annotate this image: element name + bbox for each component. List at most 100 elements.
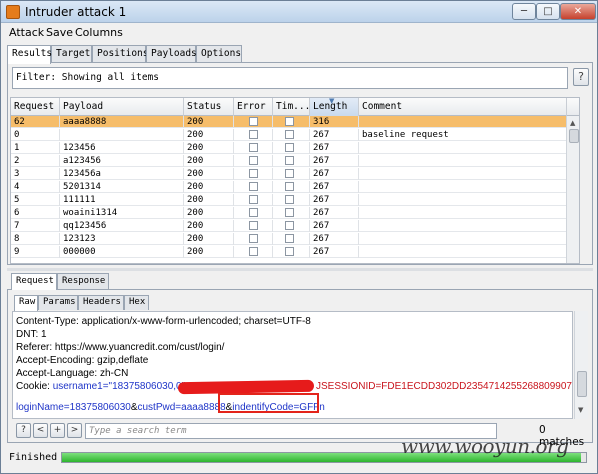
close-button[interactable]: ✕ <box>560 3 596 20</box>
table-row[interactable]: 8 123123 200 267 <box>11 233 579 245</box>
cell-timeout <box>273 194 310 206</box>
cell-comment <box>359 155 567 167</box>
cell-request: 9 <box>11 246 60 258</box>
column-length[interactable]: Length <box>310 98 359 116</box>
cell-request: 1 <box>11 142 60 154</box>
timeout-checkbox <box>285 117 294 126</box>
menu-attack[interactable]: Attack <box>9 26 44 39</box>
tab-headers[interactable]: Headers <box>78 295 124 310</box>
cookie-session-id: JSESSIONID=FDE1ECDD302DD2354714255268809… <box>316 381 572 392</box>
cell-comment: baseline request <box>359 129 567 141</box>
table-scrollbar[interactable]: ▲ <box>566 116 579 263</box>
cell-request: 7 <box>11 220 60 232</box>
column-timeout[interactable]: Tim... <box>273 98 310 116</box>
cell-error <box>234 233 273 245</box>
column-error[interactable]: Error <box>234 98 273 116</box>
header-content-type: Content-Type: application/x-www-form-url… <box>16 316 311 327</box>
tab-response[interactable]: Response <box>57 273 109 290</box>
timeout-checkbox <box>285 221 294 230</box>
search-previous-button[interactable]: < <box>33 423 48 438</box>
table-row[interactable]: 6 woaini1314 200 267 <box>11 207 579 219</box>
timeout-checkbox <box>285 208 294 217</box>
timeout-checkbox <box>285 169 294 178</box>
status-text: Finished <box>9 452 58 463</box>
cell-payload: 123123 <box>60 233 184 245</box>
cell-error <box>234 168 273 180</box>
cell-comment <box>359 116 567 128</box>
cell-request: 4 <box>11 181 60 193</box>
search-add-button[interactable]: + <box>50 423 65 438</box>
tab-hex[interactable]: Hex <box>124 295 149 310</box>
cell-payload: a123456 <box>60 155 184 167</box>
timeout-checkbox <box>285 182 294 191</box>
burp-app-icon <box>6 5 20 19</box>
column-request[interactable]: Request <box>11 98 60 116</box>
cell-comment <box>359 168 567 180</box>
timeout-checkbox <box>285 156 294 165</box>
cell-payload: 123456 <box>60 142 184 154</box>
table-row[interactable]: 2 a123456 200 267 <box>11 155 579 167</box>
cell-error <box>234 220 273 232</box>
split-pane-divider[interactable] <box>7 268 593 271</box>
tab-positions[interactable]: Positions <box>92 45 148 63</box>
minimize-button[interactable]: ─ <box>512 3 536 20</box>
search-next-button[interactable]: > <box>67 423 82 438</box>
maximize-button[interactable]: □ <box>536 3 560 20</box>
filter-bar[interactable]: Filter: Showing all items <box>12 67 568 89</box>
tab-options[interactable]: Options <box>196 45 242 63</box>
tab-request[interactable]: Request <box>11 273 57 290</box>
error-checkbox <box>249 169 258 178</box>
tab-params[interactable]: Params <box>38 295 78 310</box>
error-checkbox <box>249 247 258 256</box>
cell-error <box>234 116 273 128</box>
table-row[interactable]: 5 111111 200 267 <box>11 194 579 206</box>
cell-length: 267 <box>310 207 359 219</box>
help-button[interactable]: ? <box>573 68 589 86</box>
body-separator: & <box>130 402 138 413</box>
cell-request: 0 <box>11 129 60 141</box>
cell-length: 267 <box>310 142 359 154</box>
table-row[interactable]: 9 000000 200 267 <box>11 246 579 258</box>
table-row[interactable]: 0 200 267 baseline request <box>11 129 579 141</box>
column-comment[interactable]: Comment <box>359 98 567 116</box>
cell-error <box>234 129 273 141</box>
menu-columns[interactable]: Columns <box>75 26 123 39</box>
highlight-annotation-box <box>218 393 319 413</box>
raw-request-editor[interactable]: Content-Type: application/x-www-form-url… <box>12 311 573 419</box>
search-help-button[interactable]: ? <box>16 423 31 438</box>
cell-status: 200 <box>184 207 234 219</box>
tab-results[interactable]: Results <box>7 45 52 64</box>
timeout-checkbox <box>285 143 294 152</box>
cell-request: 62 <box>11 116 60 128</box>
cell-status: 200 <box>184 181 234 193</box>
table-scroll-thumb[interactable] <box>569 129 579 143</box>
cell-payload: 111111 <box>60 194 184 206</box>
table-row[interactable]: 4 5201314 200 267 <box>11 181 579 193</box>
table-row[interactable]: 62 aaaa8888 200 316 <box>11 116 579 128</box>
scroll-up-icon[interactable]: ▲ <box>570 119 575 127</box>
tab-payloads[interactable]: Payloads <box>146 45 197 63</box>
column-status[interactable]: Status <box>184 98 234 116</box>
table-row[interactable]: 1 123456 200 267 <box>11 142 579 154</box>
scroll-down-icon[interactable]: ▼ <box>578 406 583 414</box>
cell-request: 8 <box>11 233 60 245</box>
cell-status: 200 <box>184 233 234 245</box>
cell-comment <box>359 181 567 193</box>
tab-target[interactable]: Target <box>51 45 92 63</box>
cell-request: 2 <box>11 155 60 167</box>
column-payload[interactable]: Payload <box>60 98 184 116</box>
table-row[interactable]: 3 123456a 200 267 <box>11 168 579 180</box>
cell-timeout <box>273 116 310 128</box>
header-accept-encoding: Accept-Encoding: gzip,deflate <box>16 355 149 366</box>
cell-error <box>234 194 273 206</box>
tab-raw[interactable]: Raw <box>14 295 38 311</box>
request-scroll-thumb[interactable] <box>577 371 587 397</box>
cell-payload: qq123456 <box>60 220 184 232</box>
cell-error <box>234 181 273 193</box>
error-checkbox <box>249 221 258 230</box>
title-bar[interactable]: Intruder attack 1 ─ □ ✕ <box>1 1 597 23</box>
table-row[interactable]: 7 qq123456 200 267 <box>11 220 579 232</box>
request-scrollbar[interactable]: ▼ <box>574 311 588 419</box>
menu-save[interactable]: Save <box>46 26 73 39</box>
cell-timeout <box>273 129 310 141</box>
